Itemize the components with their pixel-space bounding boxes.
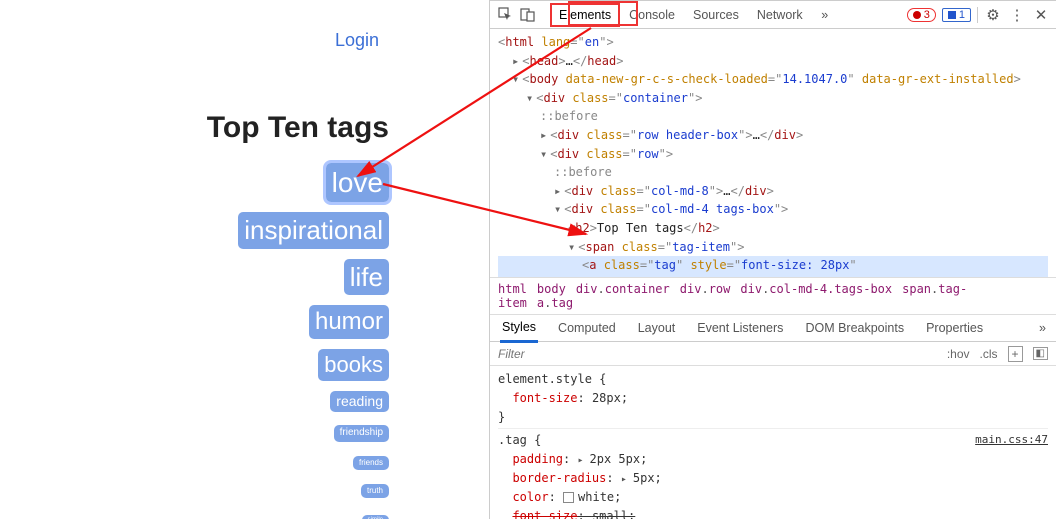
tag-friends[interactable]: friends <box>353 456 389 470</box>
tag-life[interactable]: life <box>344 259 389 296</box>
tag-books[interactable]: books <box>318 349 389 381</box>
breadcrumb[interactable]: div.container <box>576 282 670 296</box>
devtools-tab-network[interactable]: Network <box>748 3 812 27</box>
styles-filter-bar: :hov .cls + ◧ <box>490 342 1056 366</box>
tag-truth[interactable]: truth <box>361 484 389 498</box>
inspect-icon[interactable] <box>496 6 514 24</box>
styles-pane[interactable]: element.style { font-size: 28px;}main.cs… <box>490 366 1056 519</box>
subtab-styles[interactable]: Styles <box>500 314 538 343</box>
devtools-tab-console[interactable]: Console <box>620 3 684 27</box>
subtab-properties[interactable]: Properties <box>924 315 985 341</box>
tag-reading[interactable]: reading <box>330 391 389 413</box>
devtools-tab-elements[interactable]: Elements <box>550 3 620 27</box>
subtab-dom-breakpoints[interactable]: DOM Breakpoints <box>803 315 906 341</box>
hov-toggle[interactable]: :hov <box>947 347 970 361</box>
tag-simile[interactable]: simile <box>362 515 389 519</box>
page-preview: Login Top Ten tags love inspirational life… <box>0 0 490 519</box>
more-tabs-icon[interactable]: » <box>816 6 834 24</box>
breadcrumb[interactable]: div.col-md-4.tags-box <box>740 282 892 296</box>
error-badge[interactable]: 3 <box>907 8 936 22</box>
styles-filter-input[interactable] <box>498 347 698 361</box>
dom-breadcrumbs[interactable]: html body div.container div.row div.col-md-4… <box>490 277 1056 314</box>
tag-inspirational[interactable]: inspirational <box>238 212 389 249</box>
breadcrumb[interactable]: div.row <box>680 282 731 296</box>
breadcrumb[interactable]: a.tag <box>537 296 573 310</box>
cls-toggle[interactable]: .cls <box>980 347 998 361</box>
more-subtabs-icon[interactable]: » <box>1039 321 1046 335</box>
close-icon[interactable]: ✕ <box>1032 6 1050 24</box>
dom-tree[interactable]: <html lang="en">▸<head>…</head>▾<body da… <box>490 29 1056 277</box>
login-link[interactable]: Login <box>335 30 379 51</box>
subtab-computed[interactable]: Computed <box>556 315 618 341</box>
css-source-link[interactable]: main.css:47 <box>975 431 1048 449</box>
tag-friendship[interactable]: friendship <box>334 425 389 442</box>
device-toggle-icon[interactable] <box>518 6 536 24</box>
styles-subtabs: Styles Computed Layout Event Listeners DOM B… <box>490 314 1056 342</box>
sidebar-toggle-icon[interactable]: ◧ <box>1033 347 1048 360</box>
kebab-icon[interactable]: ⋮ <box>1008 6 1026 24</box>
tag-love[interactable]: love <box>326 163 389 202</box>
info-badge[interactable]: 1 <box>942 8 971 22</box>
devtools-tab-sources[interactable]: Sources <box>684 3 748 27</box>
tag-humor[interactable]: humor <box>309 305 389 339</box>
new-rule-button[interactable]: + <box>1008 346 1023 362</box>
gear-icon[interactable]: ⚙ <box>984 6 1002 24</box>
devtools-toolbar: ElementsConsoleSourcesNetwork » 3 1 ⚙ ⋮ … <box>490 1 1056 29</box>
breadcrumb[interactable]: body <box>537 282 566 296</box>
devtools-panel: ElementsConsoleSourcesNetwork » 3 1 ⚙ ⋮ … <box>490 0 1056 519</box>
tags-title: Top Ten tags <box>207 111 389 145</box>
breadcrumb[interactable]: html <box>498 282 527 296</box>
subtab-layout[interactable]: Layout <box>636 315 678 341</box>
subtab-event-listeners[interactable]: Event Listeners <box>695 315 785 341</box>
